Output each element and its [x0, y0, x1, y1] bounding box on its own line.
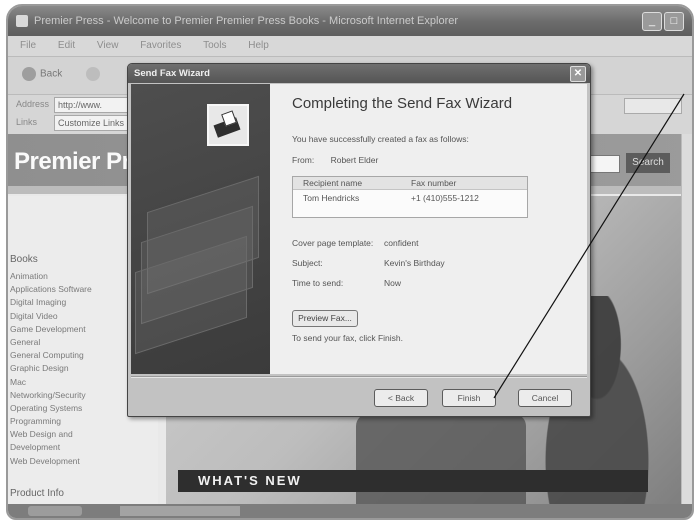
forward-button[interactable]	[86, 67, 100, 81]
category-item[interactable]: Applications Software	[10, 283, 92, 296]
product-info-heading: Product Info	[10, 488, 64, 499]
address-label: Address	[16, 99, 50, 109]
wizard-title-bar: Send Fax Wizard ✕	[128, 64, 590, 83]
preview-fax-button[interactable]: Preview Fax...	[292, 310, 358, 327]
browser-title-bar: Premier Press - Welcome to Premier Premi…	[8, 6, 692, 36]
page-scrollbar[interactable]	[681, 134, 692, 504]
back-label: Back	[40, 68, 63, 80]
wizard-title: Send Fax Wizard	[134, 68, 210, 79]
subject-value: Kevin's Birthday	[384, 258, 445, 268]
fax-machine-icon	[207, 104, 249, 146]
back-arrow-icon	[22, 67, 36, 81]
cancel-button[interactable]: Cancel	[518, 389, 572, 407]
from-value: Robert Elder	[330, 155, 379, 165]
whats-new-banner[interactable]: WHAT'S NEW	[178, 470, 648, 492]
site-search-button[interactable]: Search	[626, 153, 670, 173]
taskbar	[8, 504, 692, 518]
subject-label: Subject:	[292, 258, 323, 268]
menu-edit[interactable]: Edit	[58, 40, 75, 51]
cover-page-row: Cover page template: confident	[292, 238, 419, 248]
wizard-separator	[131, 376, 587, 378]
close-icon[interactable]: ✕	[570, 66, 586, 82]
sidebar-heading: Books	[10, 254, 38, 265]
category-item[interactable]: Programming	[10, 415, 92, 428]
category-item[interactable]: Development	[10, 441, 92, 454]
recipient-name: Tom Hendricks	[303, 193, 360, 203]
category-item[interactable]: General Computing	[10, 349, 92, 362]
subject-row: Subject: Kevin's Birthday	[292, 258, 445, 268]
menu-favorites[interactable]: Favorites	[140, 40, 181, 51]
links-label: Links	[16, 117, 38, 127]
menu-tools[interactable]: Tools	[203, 40, 226, 51]
cover-value: confident	[384, 238, 419, 248]
taskbar-item[interactable]	[120, 506, 240, 516]
go-button[interactable]	[624, 98, 682, 114]
menu-help[interactable]: Help	[248, 40, 269, 51]
from-label: From:	[292, 155, 315, 165]
category-item[interactable]: Animation	[10, 270, 92, 283]
wizard-body: Completing the Send Fax Wizard You have …	[131, 84, 587, 374]
send-fax-wizard-dialog: Send Fax Wizard ✕ Completing the Send Fa…	[127, 63, 591, 417]
back-button[interactable]: Back	[22, 67, 62, 81]
ie-logo-icon	[16, 15, 28, 27]
recipient-list[interactable]: Recipient name Fax number Tom Hendricks …	[292, 176, 528, 218]
category-item[interactable]: Graphic Design	[10, 362, 92, 375]
wizard-intro: You have successfully created a fax as f…	[292, 134, 469, 144]
back-button-wizard[interactable]: < Back	[374, 389, 428, 407]
category-item[interactable]: Web Design and	[10, 428, 92, 441]
column-recipient-name[interactable]: Recipient name	[303, 178, 362, 188]
maximize-icon[interactable]: □	[664, 12, 684, 31]
recipient-fax-number: +1 (410)555-1212	[411, 193, 479, 203]
menu-file[interactable]: File	[20, 40, 36, 51]
column-fax-number[interactable]: Fax number	[411, 178, 456, 188]
category-item[interactable]: Operating Systems	[10, 402, 92, 415]
minimize-icon[interactable]: _	[642, 12, 662, 31]
category-item[interactable]: Networking/Security	[10, 389, 92, 402]
wizard-heading: Completing the Send Fax Wizard	[292, 95, 513, 112]
time-row: Time to send: Now	[292, 278, 401, 288]
menu-bar: File Edit View Favorites Tools Help	[8, 36, 692, 56]
category-item[interactable]: Digital Imaging	[10, 296, 92, 309]
wizard-side-panel	[131, 84, 270, 374]
category-list: Animation Applications Software Digital …	[10, 270, 92, 468]
category-item[interactable]: Web Development	[10, 455, 92, 468]
wizard-content: Completing the Send Fax Wizard You have …	[270, 84, 587, 374]
recipient-list-header: Recipient name Fax number	[293, 177, 527, 190]
category-item[interactable]: Game Development	[10, 323, 92, 336]
category-item[interactable]: General	[10, 336, 92, 349]
time-label: Time to send:	[292, 278, 344, 288]
start-button[interactable]	[28, 506, 82, 516]
browser-title: Premier Press - Welcome to Premier Premi…	[34, 15, 459, 27]
finish-button[interactable]: Finish	[442, 389, 496, 407]
site-logo[interactable]: Premier Pre	[14, 148, 144, 176]
cover-label: Cover page template:	[292, 238, 374, 248]
finish-hint: To send your fax, click Finish.	[292, 333, 404, 343]
category-item[interactable]: Digital Video	[10, 310, 92, 323]
time-value: Now	[384, 278, 402, 288]
category-item[interactable]: Mac	[10, 376, 92, 389]
from-line: From: Robert Elder	[292, 155, 378, 165]
menu-view[interactable]: View	[97, 40, 119, 51]
